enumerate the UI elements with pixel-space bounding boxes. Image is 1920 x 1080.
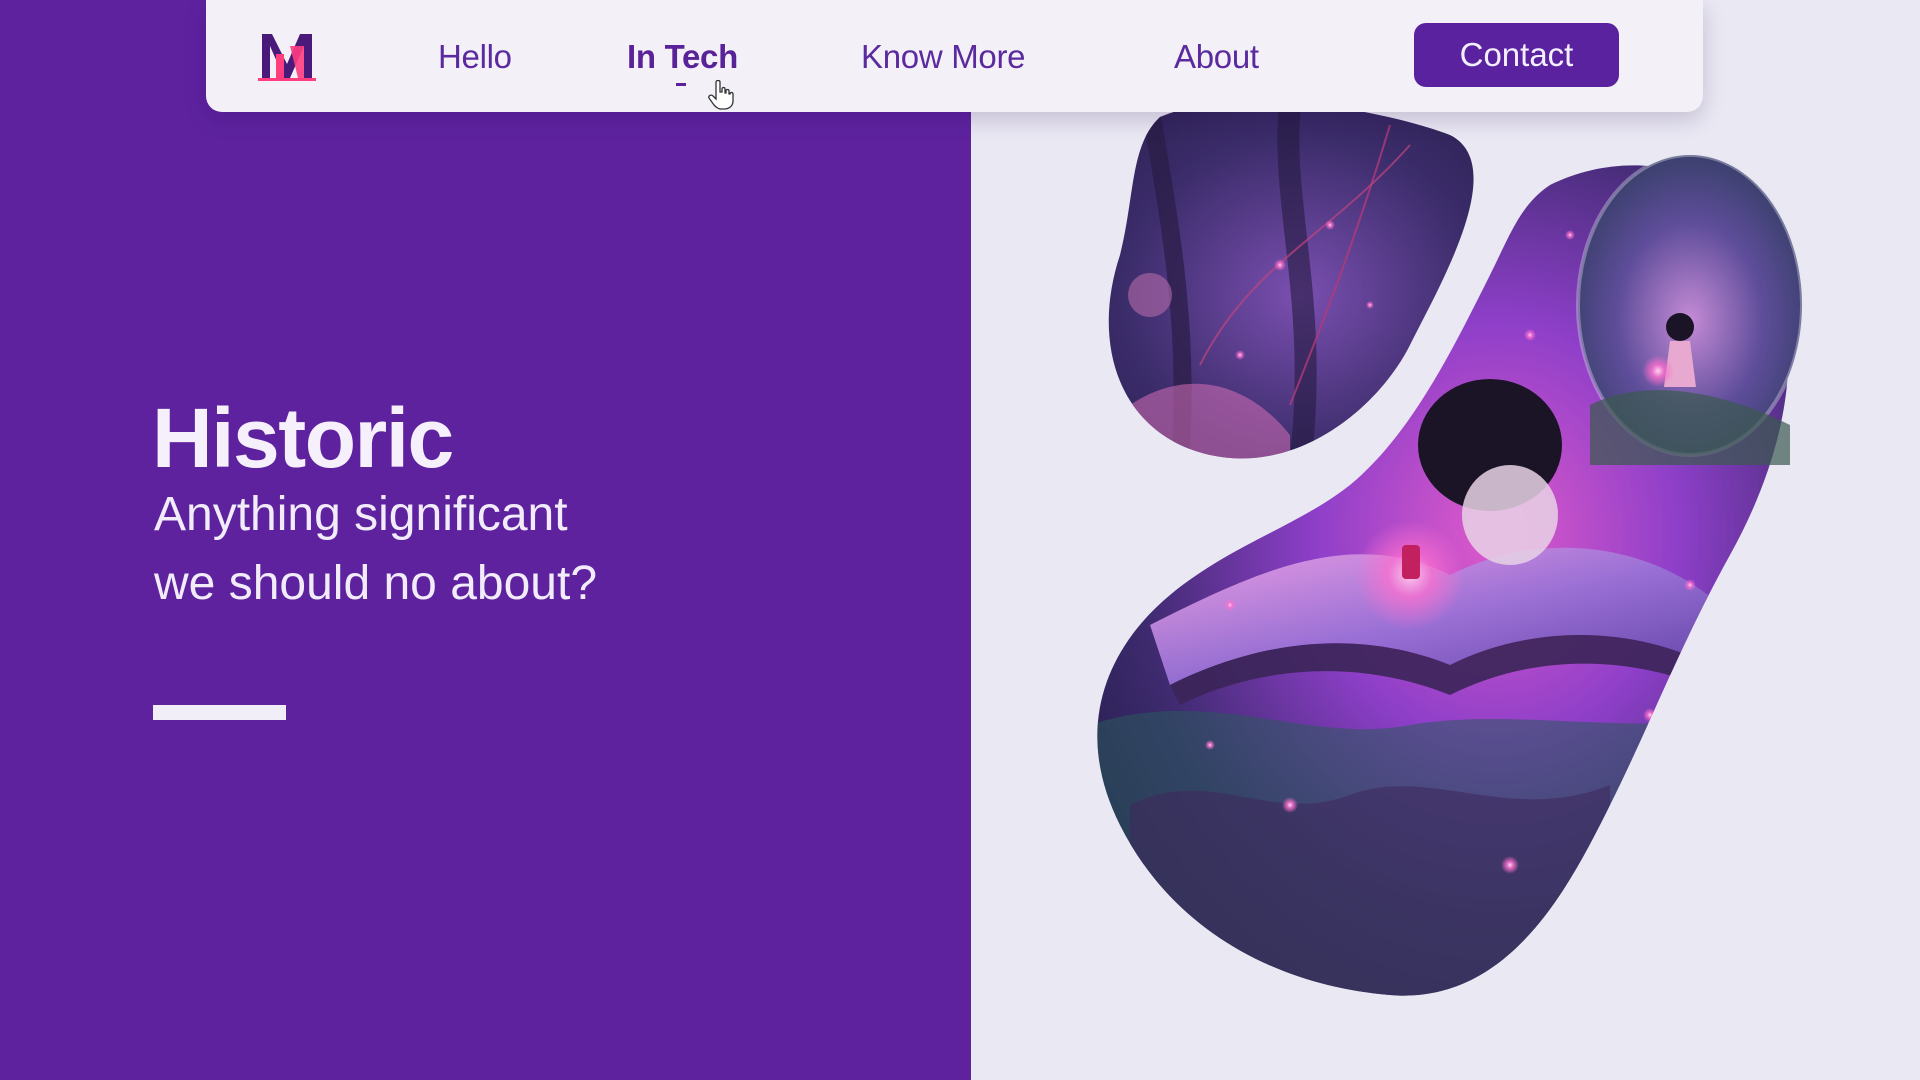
- contact-button[interactable]: Contact: [1414, 23, 1619, 87]
- hero-divider: [153, 705, 286, 720]
- nav-item-about[interactable]: About: [1174, 38, 1259, 76]
- hero-subtitle-line-1: Anything significant: [154, 488, 568, 541]
- hero-subtitle: Anything significant we should no about?: [154, 480, 714, 618]
- active-indicator: [676, 83, 686, 86]
- hero-subtitle-line-2: we should no about?: [154, 557, 598, 610]
- m-logo-icon[interactable]: [254, 26, 320, 86]
- hand-pointer-icon: [708, 80, 734, 110]
- hero-title: Historic: [152, 391, 454, 485]
- nav-item-hello[interactable]: Hello: [438, 38, 512, 76]
- fantasy-book-illustration: [1097, 105, 1804, 996]
- top-navigation: Hello In Tech Know More About Contact: [206, 0, 1703, 112]
- nav-item-in-tech[interactable]: In Tech: [627, 38, 738, 76]
- page: Hello In Tech Know More About Contact Hi…: [0, 0, 1920, 1080]
- nav-item-know-more[interactable]: Know More: [861, 38, 1026, 76]
